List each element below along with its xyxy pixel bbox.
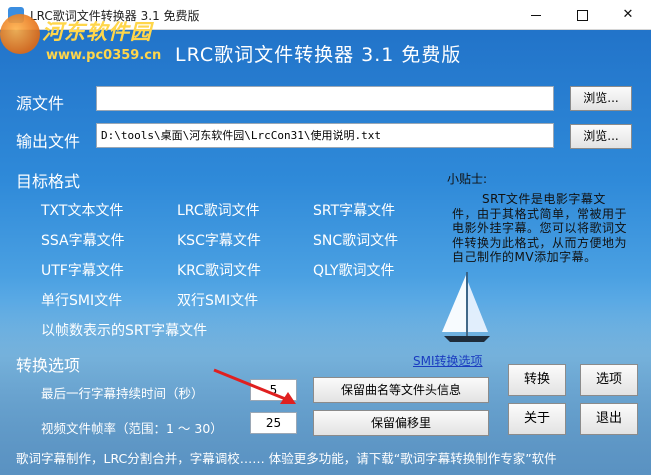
close-button[interactable]: ✕ xyxy=(605,0,651,30)
minimize-button[interactable] xyxy=(513,0,559,30)
source-file-input[interactable] xyxy=(96,86,554,111)
format-option-frame-srt[interactable]: 以帧数表示的SRT字幕文件 xyxy=(41,320,207,340)
exit-button[interactable]: 退出 xyxy=(580,403,638,435)
format-option-krc[interactable]: KRC歌词文件 xyxy=(177,260,261,280)
format-option-qly[interactable]: QLY歌词文件 xyxy=(313,260,395,280)
watermark-url: www.pc0359.cn xyxy=(46,48,162,63)
format-option-snc[interactable]: SNC歌词文件 xyxy=(313,230,398,250)
target-format-heading: 目标格式 xyxy=(16,172,81,191)
keep-offset-button[interactable]: 保留偏移里 xyxy=(313,410,489,436)
frame-rate-input[interactable]: 25 xyxy=(250,412,297,434)
source-label: 源文件 xyxy=(16,94,65,113)
last-line-duration-label: 最后一行字幕持续时间（秒） xyxy=(41,386,204,401)
options-heading: 转换选项 xyxy=(16,356,81,375)
tips-body: SRT文件是电影字幕文件，由于其格式简单，常被用于电影外挂字幕。您可以将歌词文件… xyxy=(452,192,628,264)
format-option-utf[interactable]: UTF字幕文件 xyxy=(41,260,124,280)
watermark-site-name: 河东软件园 xyxy=(42,20,152,44)
tips-heading: 小贴士: xyxy=(447,172,488,186)
options-button[interactable]: 选项 xyxy=(580,364,638,396)
app-window: LRC歌词文件转换器 3.1 免费版 ✕ 河东软件园 www.pc0359.cn… xyxy=(0,0,651,475)
format-option-ksc[interactable]: KSC字幕文件 xyxy=(177,230,261,250)
output-file-input[interactable]: D:\tools\桌面\河东软件园\LrcCon31\使用说明.txt xyxy=(96,123,554,148)
frame-rate-label: 视频文件帧率（范围：1 ～ 30） xyxy=(41,421,223,436)
source-browse-button[interactable]: 浏览... xyxy=(570,86,632,111)
annotation-arrow-icon xyxy=(213,368,296,404)
status-bar-text: 歌词字幕制作，LRC分割合并，字幕调校…… 体验更多功能，请下载“歌词字幕转换制… xyxy=(16,451,557,466)
maximize-button[interactable] xyxy=(559,0,605,30)
watermark-logo-icon xyxy=(0,14,40,54)
format-option-ssa[interactable]: SSA字幕文件 xyxy=(41,230,125,250)
output-browse-button[interactable]: 浏览... xyxy=(570,124,632,149)
output-label: 输出文件 xyxy=(16,132,81,151)
format-option-lrc[interactable]: LRC歌词文件 xyxy=(177,200,260,220)
format-option-single-smi[interactable]: 单行SMI文件 xyxy=(41,290,122,310)
format-option-txt[interactable]: TXT文本文件 xyxy=(41,200,123,220)
format-option-srt[interactable]: SRT字幕文件 xyxy=(313,200,395,220)
smi-options-link[interactable]: SMI转换选项 xyxy=(413,352,483,369)
sailboat-decoration xyxy=(442,272,490,342)
format-option-double-smi[interactable]: 双行SMI文件 xyxy=(177,290,258,310)
about-button[interactable]: 关于 xyxy=(508,403,566,435)
convert-button[interactable]: 转换 xyxy=(508,364,566,396)
page-title: LRC歌词文件转换器 3.1 免费版 xyxy=(175,44,462,66)
keep-header-button[interactable]: 保留曲名等文件头信息 xyxy=(313,377,489,403)
